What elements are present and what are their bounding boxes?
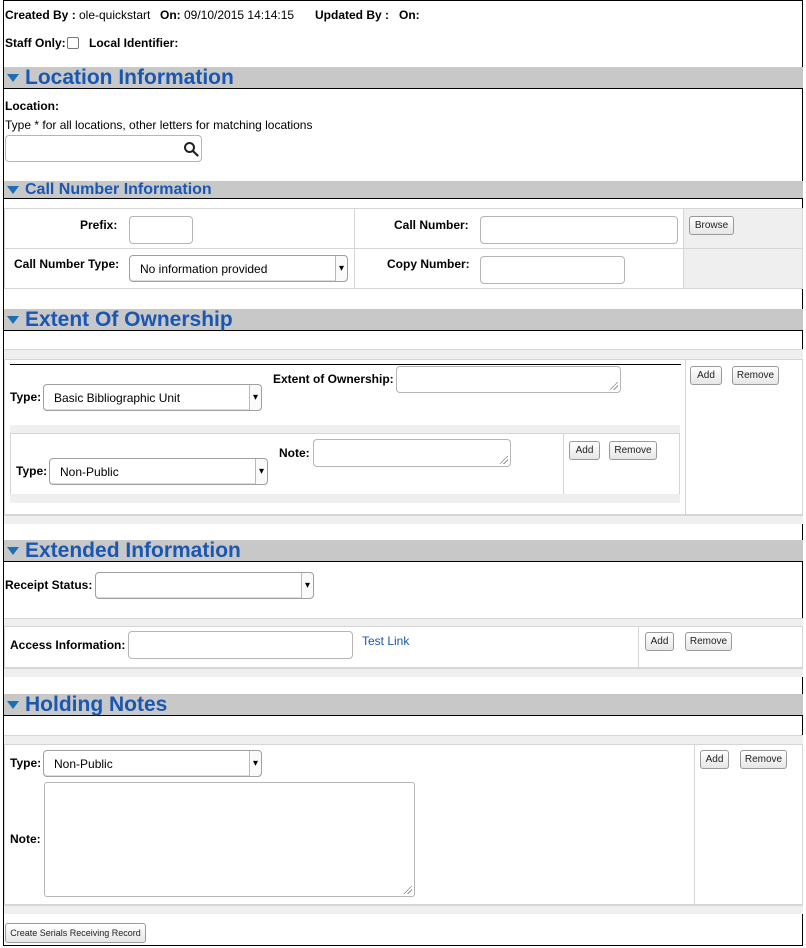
collapse-triangle-icon[interactable]: [7, 315, 19, 324]
note-type-value: Non-Public: [60, 464, 119, 479]
note-add-button[interactable]: Add: [569, 441, 600, 460]
extent-of-ownership-textarea[interactable]: [396, 366, 621, 393]
call-number-input[interactable]: [480, 216, 678, 244]
extent-type-label: Type:: [10, 390, 42, 404]
location-search-input[interactable]: [5, 135, 202, 162]
note-type-label: Type:: [16, 464, 48, 478]
extent-section-title: Extent Of Ownership: [25, 307, 233, 331]
access-bottom-strip: [4, 668, 803, 677]
holding-type-label: Type:: [10, 756, 42, 770]
receipt-status-select[interactable]: [95, 572, 314, 599]
call-number-label: Call Number:: [394, 218, 469, 232]
chevron-down-icon[interactable]: [255, 459, 267, 484]
chevron-down-icon[interactable]: [301, 573, 313, 598]
location-section-title: Location Information: [25, 65, 234, 89]
extent-section-header[interactable]: Extent Of Ownership: [4, 307, 803, 331]
note-label: Note:: [279, 446, 310, 460]
location-label: Location:: [5, 99, 59, 113]
extent-remove-button[interactable]: Remove: [732, 366, 779, 385]
divider: [563, 433, 564, 497]
holding-note-label: Note:: [10, 832, 41, 846]
search-icon[interactable]: [183, 141, 199, 157]
holding-bottom-strip: [4, 905, 803, 914]
holding-note-textarea[interactable]: [44, 782, 415, 897]
note-remove-button[interactable]: Remove: [609, 441, 657, 460]
call-number-section-title: Call Number Information: [25, 180, 212, 198]
prefix-input[interactable]: [129, 216, 193, 244]
extent-add-button[interactable]: Add: [690, 366, 722, 385]
access-information-input[interactable]: [128, 631, 353, 659]
note-type-select[interactable]: Non-Public: [49, 458, 268, 485]
extent-bottom-strip: [4, 515, 803, 524]
divider: [4, 248, 803, 249]
created-by-value: ole-quickstart: [79, 8, 151, 22]
call-number-type-select[interactable]: No information provided: [129, 255, 348, 282]
call-number-type-value: No information provided: [140, 261, 268, 276]
extent-of-ownership-label: Extent of Ownership:: [273, 372, 394, 386]
collapse-triangle-icon[interactable]: [7, 185, 19, 194]
location-section-header[interactable]: Location Information: [4, 65, 803, 89]
extent-top-strip: [4, 349, 803, 359]
updated-by-label: Updated By :: [315, 8, 390, 22]
holding-add-button[interactable]: Add: [700, 750, 729, 769]
resize-handle-icon[interactable]: [404, 886, 412, 894]
holding-type-select[interactable]: Non-Public: [43, 750, 262, 777]
access-information-label: Access Information:: [10, 638, 126, 652]
copy-number-input[interactable]: [480, 256, 625, 284]
note-textarea[interactable]: [313, 439, 511, 467]
call-number-section-header[interactable]: Call Number Information: [4, 181, 803, 199]
holding-notes-section-title: Holding Notes: [25, 692, 168, 716]
updated-on-label: On:: [399, 8, 420, 22]
holding-notes-section-header[interactable]: Holding Notes: [4, 692, 803, 716]
prefix-label: Prefix:: [80, 218, 118, 232]
divider: [685, 359, 686, 524]
chevron-down-icon[interactable]: [249, 385, 261, 410]
access-add-button[interactable]: Add: [645, 632, 674, 651]
extent-type-select[interactable]: Basic Bibliographic Unit: [43, 384, 262, 411]
local-identifier-label: Local Identifier:: [89, 36, 179, 50]
collapse-triangle-icon[interactable]: [7, 546, 19, 555]
create-serials-receiving-record-button[interactable]: Create Serials Receiving Record: [5, 923, 146, 943]
collapse-triangle-icon[interactable]: [7, 700, 19, 709]
receipt-status-label: Receipt Status:: [5, 578, 93, 592]
holding-type-value: Non-Public: [54, 756, 113, 771]
staff-only-label: Staff Only:: [5, 36, 66, 50]
browse-button[interactable]: Browse: [689, 216, 734, 235]
resize-handle-icon[interactable]: [500, 456, 508, 464]
note-bottom-strip: [10, 494, 680, 503]
resize-handle-icon[interactable]: [610, 382, 618, 390]
created-on-label: On:: [160, 8, 181, 22]
chevron-down-icon[interactable]: [249, 751, 261, 776]
extent-rule: [10, 364, 681, 365]
call-number-type-label: Call Number Type:: [14, 257, 120, 271]
extended-section-title: Extended Information: [25, 538, 241, 562]
divider: [694, 744, 695, 914]
collapse-triangle-icon[interactable]: [7, 73, 19, 82]
extent-type-value: Basic Bibliographic Unit: [54, 390, 181, 405]
copy-number-label: Copy Number:: [387, 257, 470, 271]
holding-remove-button[interactable]: Remove: [740, 750, 787, 769]
chevron-down-icon[interactable]: [335, 256, 347, 281]
created-by-label: Created By :: [5, 8, 76, 22]
access-remove-button[interactable]: Remove: [685, 632, 732, 651]
staff-only-checkbox[interactable]: [67, 37, 79, 49]
extended-section-header[interactable]: Extended Information: [4, 538, 803, 562]
location-hint: Type * for all locations, other letters …: [5, 118, 313, 132]
created-on-value: 09/10/2015 14:14:15: [184, 8, 295, 22]
test-link[interactable]: Test Link: [362, 634, 409, 648]
